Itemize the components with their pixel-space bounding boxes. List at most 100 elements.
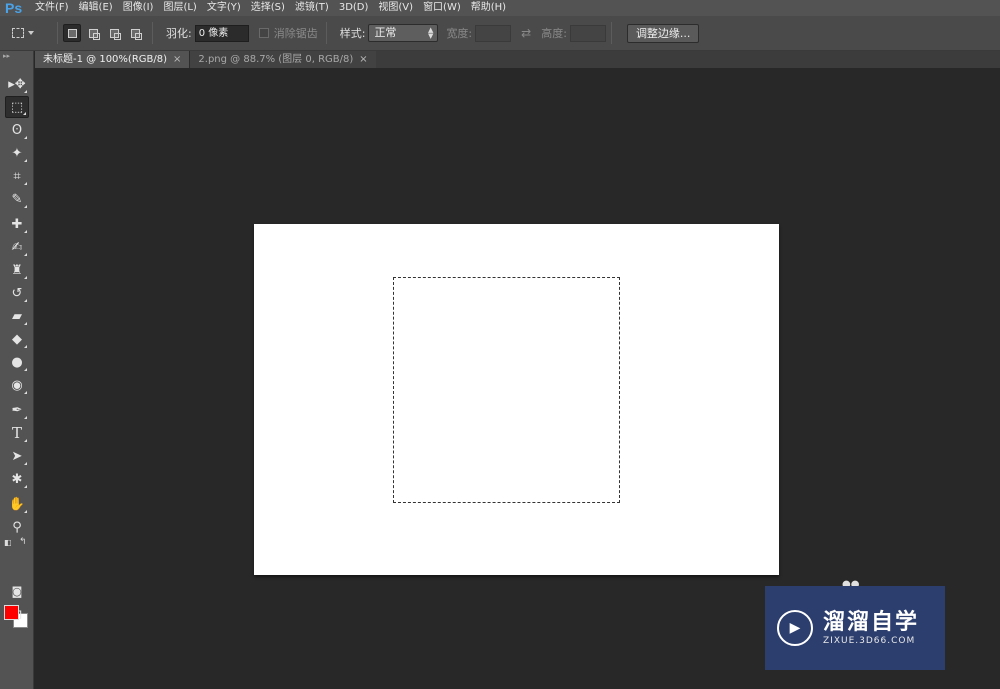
tab-title: 2.png @ 88.7% (图层 0, RGB/8) (198, 54, 354, 65)
menu-help[interactable]: 帮助(H) (466, 0, 511, 16)
divider (325, 22, 327, 44)
menu-filter[interactable]: 滤镜(T) (290, 0, 334, 16)
magic-wand-tool[interactable]: ✦ (5, 142, 29, 164)
dodge-tool[interactable]: ◉ (5, 374, 29, 396)
options-bar: 羽化: 0 像素 消除锯齿 样式: 正常 ▲ ▼ 宽度: ⇄ 高度: 调整边缘..… (0, 16, 1000, 51)
stamp-icon: ♜ (11, 262, 23, 278)
pen-icon: ✒ (11, 402, 23, 418)
zoom-tool[interactable]: ⚲ (5, 516, 29, 538)
healing-brush-tool[interactable]: ✚ (5, 213, 29, 235)
document-tab[interactable]: 未标题-1 @ 100%(RGB/8) × (35, 51, 190, 68)
menu-3d[interactable]: 3D(D) (334, 0, 374, 16)
menu-select[interactable]: 选择(S) (246, 0, 290, 16)
subtract-from-selection-button[interactable] (105, 24, 123, 42)
watermark-title: 溜溜自学 (823, 610, 920, 635)
foreground-color-swatch[interactable] (4, 605, 19, 620)
menu-bar: Ps 文件(F) 编辑(E) 图像(I) 图层(L) 文字(Y) 选择(S) 滤… (0, 0, 1000, 16)
antialias-checkbox[interactable] (258, 28, 269, 38)
watermark-url: ZIXUE.3D66.COM (823, 636, 916, 646)
add-selection-icon (88, 28, 100, 40)
lasso-icon: ʘ (11, 122, 23, 138)
menu-window[interactable]: 窗口(W) (418, 0, 466, 16)
document-tab[interactable]: 2.png @ 88.7% (图层 0, RGB/8) × (189, 51, 376, 68)
history-brush-icon: ↺ (11, 285, 23, 301)
divider (152, 22, 153, 44)
feather-label: 羽化: (166, 27, 192, 40)
eraser-icon: ▰ (12, 308, 22, 324)
path-selection-tool[interactable]: ➤ (5, 445, 29, 467)
new-selection-icon (67, 28, 77, 38)
height-input[interactable] (569, 24, 606, 42)
rect-marquee-tool[interactable]: ⬚ (5, 96, 29, 118)
watermark-logo: ▶ 溜溜自学 ZIXUE.3D66.COM (765, 586, 945, 670)
lasso-tool[interactable]: ʘ (5, 119, 29, 141)
menu-type[interactable]: 文字(Y) (202, 0, 246, 16)
style-select-value: 正常 (374, 26, 397, 39)
new-selection-button[interactable] (63, 24, 81, 42)
crop-tool[interactable]: ⌗ (5, 165, 29, 187)
panel-grip-icon[interactable]: ▸▸ (0, 51, 33, 61)
rect-marquee-icon (12, 28, 24, 38)
play-icon: ▶ (777, 610, 813, 646)
style-select[interactable]: 正常 ▲ ▼ (368, 24, 439, 42)
swap-colors-icon[interactable]: ↰ (19, 537, 27, 547)
tools-panel: ▸▸ ▸✥ ⬚ ʘ ✦ ⌗ ✎ ✚ ✍ ♜ ↺ ▰ ◆ ● ◉ ✒ T ➤ ✱ … (0, 51, 34, 689)
close-icon[interactable]: × (173, 51, 181, 68)
clone-stamp-tool[interactable]: ♜ (5, 259, 29, 281)
eyedropper-tool[interactable]: ✎ (5, 188, 29, 210)
move-tool[interactable]: ▸✥ (5, 73, 29, 95)
close-icon[interactable]: × (359, 51, 367, 68)
divider (610, 22, 612, 44)
swap-icon[interactable]: ⇄ (521, 26, 531, 40)
chevron-down-icon (28, 31, 34, 35)
hand-icon: ✋ (8, 496, 26, 512)
type-icon: T (11, 424, 22, 442)
arrow-pointer-icon: ➤ (11, 448, 23, 464)
antialias-label: 消除锯齿 (273, 27, 318, 40)
crop-icon: ⌗ (13, 168, 21, 184)
paint-bucket-tool[interactable]: ◆ (5, 328, 29, 350)
marquee-icon: ⬚ (10, 99, 24, 115)
height-label: 高度: (541, 27, 567, 40)
custom-shape-tool[interactable]: ✱ (5, 468, 29, 490)
dodge-icon: ◉ (11, 377, 23, 393)
eyedropper-icon: ✎ (11, 191, 23, 207)
history-brush-tool[interactable]: ↺ (5, 282, 29, 304)
type-tool[interactable]: T (5, 422, 29, 444)
quick-mask-icon: ◙ (11, 584, 23, 598)
tool-preset-picker[interactable] (12, 21, 52, 45)
pen-tool[interactable]: ✒ (5, 399, 29, 421)
brush-tool[interactable]: ✍ (5, 236, 29, 258)
magic-wand-icon: ✦ (11, 145, 23, 161)
document-tab-bar: 未标题-1 @ 100%(RGB/8) × 2.png @ 88.7% (图层 … (35, 51, 1000, 68)
blur-tool[interactable]: ● (5, 351, 29, 373)
bandage-icon: ✚ (11, 216, 23, 232)
drop-icon: ● (11, 354, 23, 370)
selection-marquee[interactable] (393, 277, 620, 503)
default-colors-icon[interactable]: ◧ (4, 538, 12, 547)
intersect-selection-button[interactable] (126, 24, 144, 42)
eraser-tool[interactable]: ▰ (5, 305, 29, 327)
intersect-selection-icon (130, 28, 142, 40)
subtract-selection-icon (109, 28, 121, 40)
brush-icon: ✍ (11, 239, 23, 255)
menu-image[interactable]: 图像(I) (118, 0, 159, 16)
magnifier-icon: ⚲ (12, 519, 22, 535)
menu-file[interactable]: 文件(F) (30, 0, 74, 16)
menu-layer[interactable]: 图层(L) (158, 0, 201, 16)
width-label: 宽度: (446, 27, 473, 40)
style-label: 样式: (339, 27, 366, 40)
paint-bucket-icon: ◆ (12, 331, 22, 347)
menu-edit[interactable]: 编辑(E) (74, 0, 118, 16)
hand-tool[interactable]: ✋ (5, 493, 29, 515)
refine-edge-button[interactable]: 调整边缘... (626, 23, 700, 43)
shape-icon: ✱ (11, 471, 23, 487)
app-logo: Ps (5, 0, 23, 16)
updown-arrows-icon: ▲ ▼ (428, 26, 434, 40)
add-to-selection-button[interactable] (84, 24, 102, 42)
menu-view[interactable]: 视图(V) (373, 0, 418, 16)
quick-mask-button[interactable]: ◙ (5, 580, 29, 602)
feather-input[interactable]: 0 像素 (194, 24, 249, 42)
tab-title: 未标题-1 @ 100%(RGB/8) (43, 54, 168, 65)
width-input[interactable] (475, 24, 512, 42)
